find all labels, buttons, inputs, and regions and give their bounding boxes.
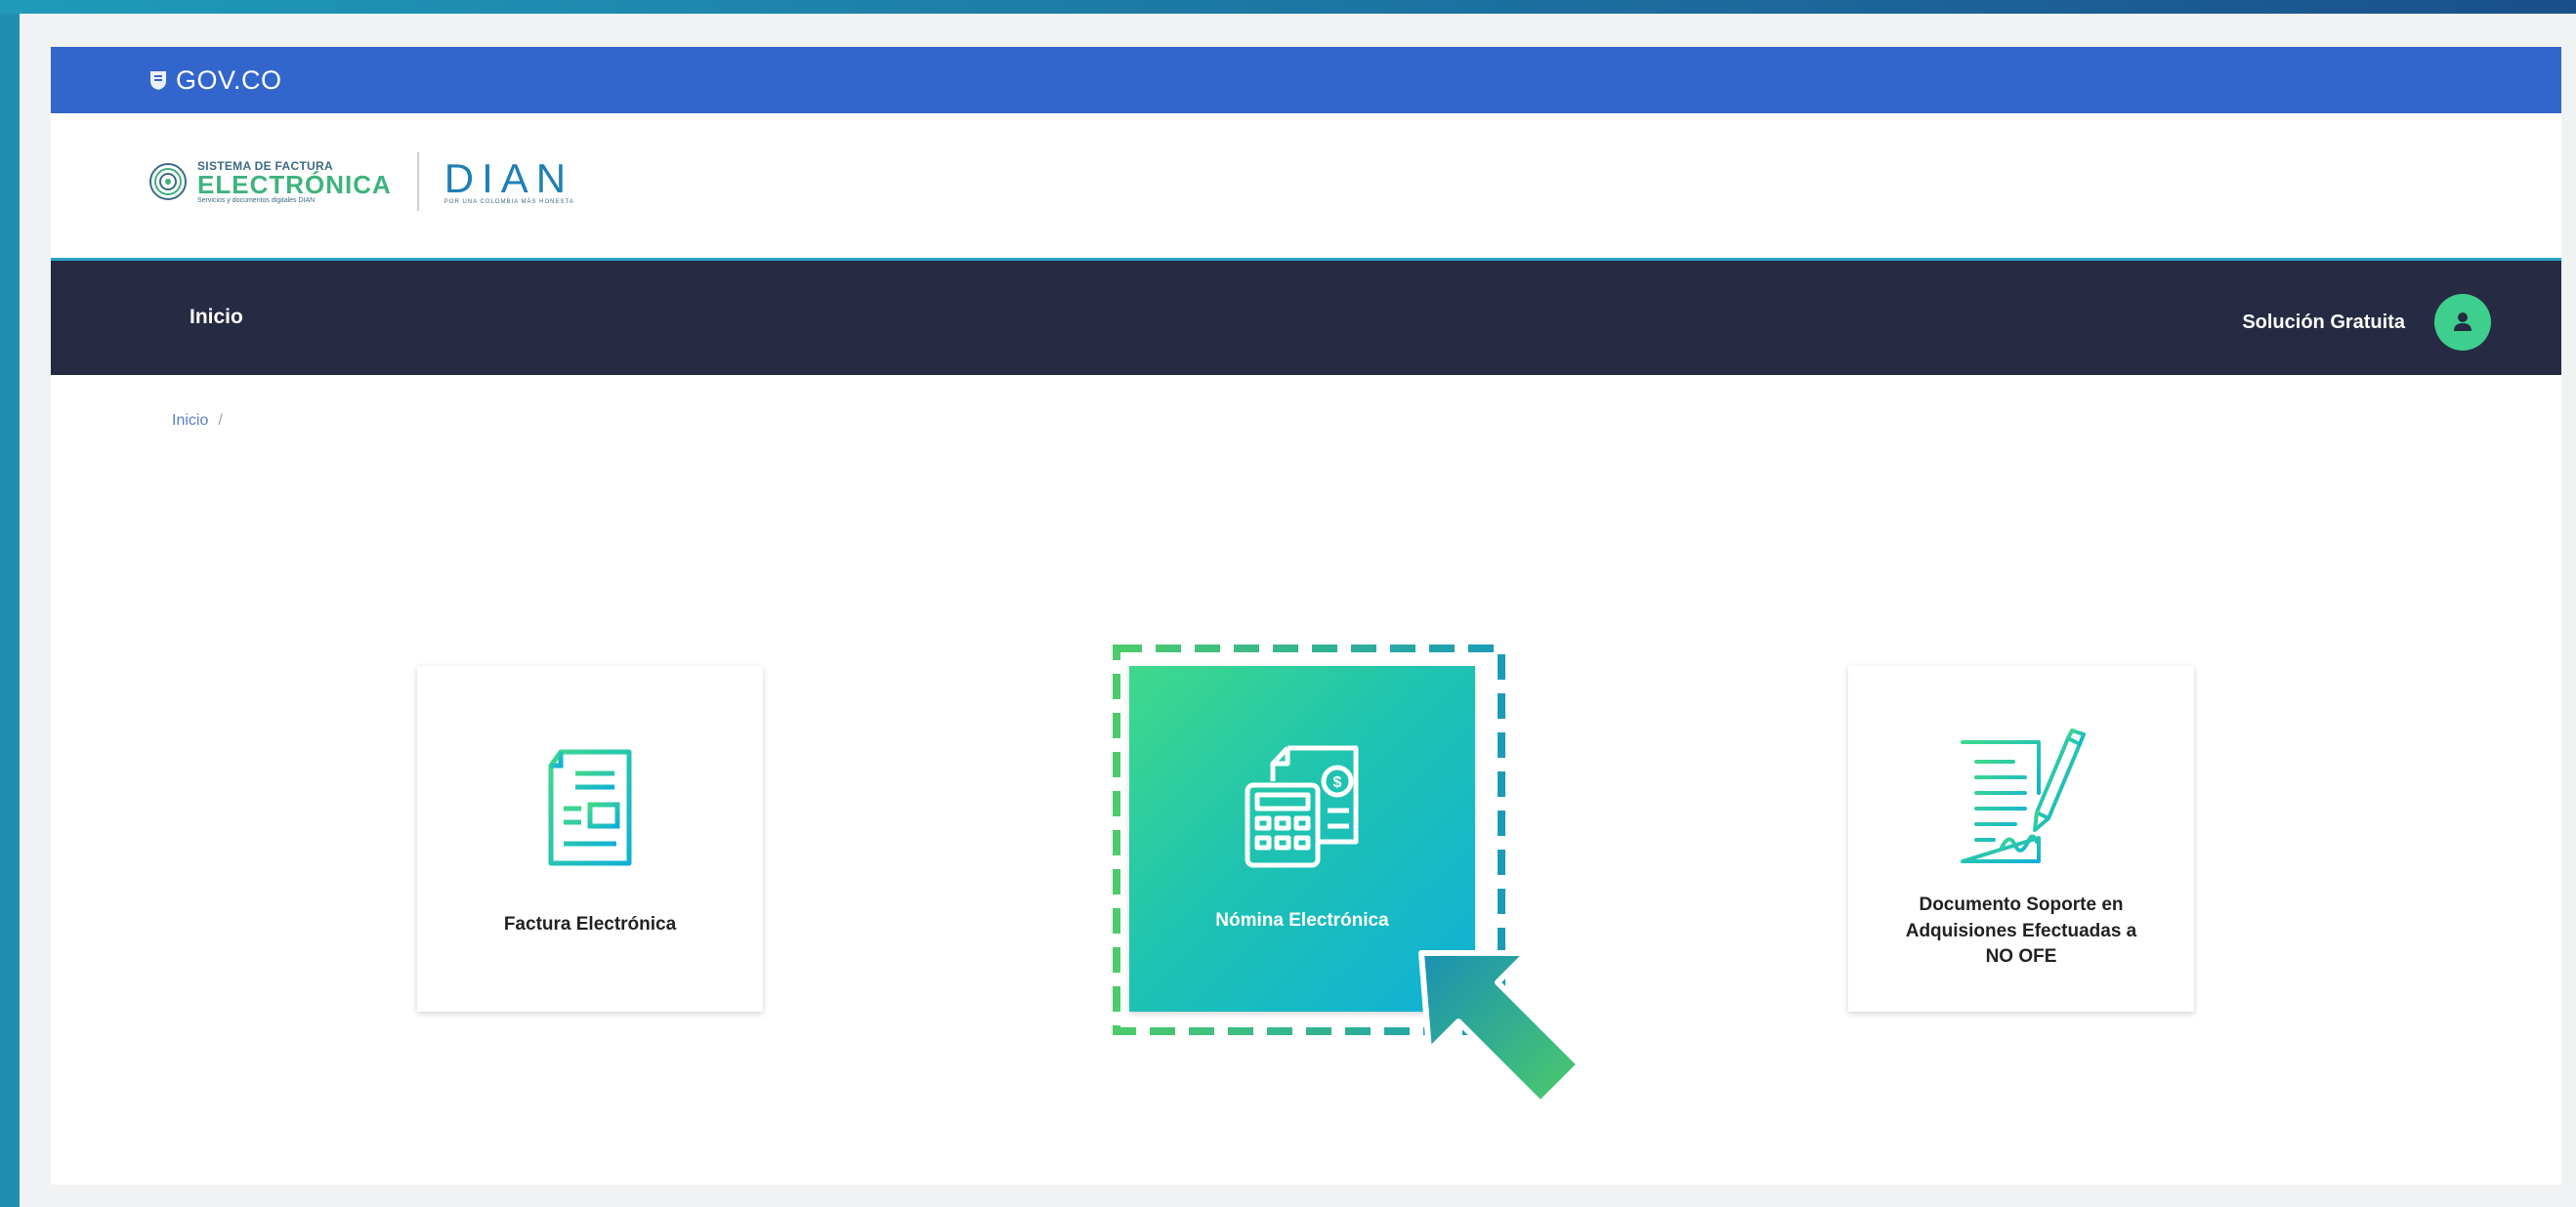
brand-header: SISTEMA DE FACTURA ELECTRÓNICA Servicios… bbox=[51, 113, 2561, 258]
breadcrumb: Inicio / bbox=[172, 412, 223, 430]
sfe-line2: ELECTRÓNICA bbox=[197, 169, 392, 199]
app-container: GOV.CO SISTEMA DE FACTURA ELECTRÓNICA Se… bbox=[51, 47, 2561, 1185]
gov-co-logo[interactable]: GOV.CO bbox=[148, 65, 282, 96]
colombia-shield-icon bbox=[150, 71, 166, 90]
breadcrumb-home[interactable]: Inicio bbox=[172, 412, 208, 429]
card-label-line2: Adquisiones Efectuadas a bbox=[1905, 920, 2137, 941]
dian-wordmark: DIAN bbox=[443, 155, 574, 201]
dian-logo[interactable]: DIAN POR UNA COLOMBIA MÁS HONESTA bbox=[443, 155, 574, 206]
breadcrumb-separator: / bbox=[218, 412, 223, 429]
sistema-factura-electronica-logo[interactable]: SISTEMA DE FACTURA ELECTRÓNICA Servicios… bbox=[148, 160, 392, 204]
gov-co-text: GOV.CO bbox=[176, 64, 282, 95]
gov-bar: GOV.CO bbox=[51, 47, 2561, 113]
brand-logos: SISTEMA DE FACTURA ELECTRÓNICA Servicios… bbox=[148, 152, 574, 211]
card-label-line1: Documento Soporte en bbox=[1919, 895, 2124, 915]
brand-divider bbox=[416, 152, 419, 211]
fingerprint-logo-icon bbox=[149, 163, 187, 200]
nav-free-solution-link[interactable]: Solución Gratuita bbox=[2242, 312, 2405, 334]
nav-right-group: Solución Gratuita bbox=[2242, 294, 2491, 351]
card-label: Factura Electrónica bbox=[503, 914, 677, 935]
nav-home-link[interactable]: Inicio bbox=[190, 306, 243, 329]
user-avatar-button[interactable] bbox=[2434, 294, 2491, 351]
main-nav: Inicio Solución Gratuita bbox=[51, 258, 2561, 375]
user-icon bbox=[2454, 312, 2471, 331]
frame-top-border bbox=[0, 0, 2576, 14]
pointer-arrow-icon bbox=[1418, 950, 1583, 1106]
invoice-document-icon bbox=[548, 749, 632, 866]
card-factura-electronica[interactable]: Factura Electrónica bbox=[417, 666, 763, 1012]
card-label-line3: NO OFE bbox=[1985, 946, 2057, 968]
sfe-tagline: Servicios y documentos digitales DIAN bbox=[197, 196, 316, 204]
card-documento-soporte[interactable]: Documento Soporte en Adquisiones Efectua… bbox=[1848, 666, 2194, 1012]
signed-document-icon bbox=[1961, 728, 2086, 863]
dian-tagline: POR UNA COLOMBIA MÁS HONESTA bbox=[443, 199, 574, 205]
